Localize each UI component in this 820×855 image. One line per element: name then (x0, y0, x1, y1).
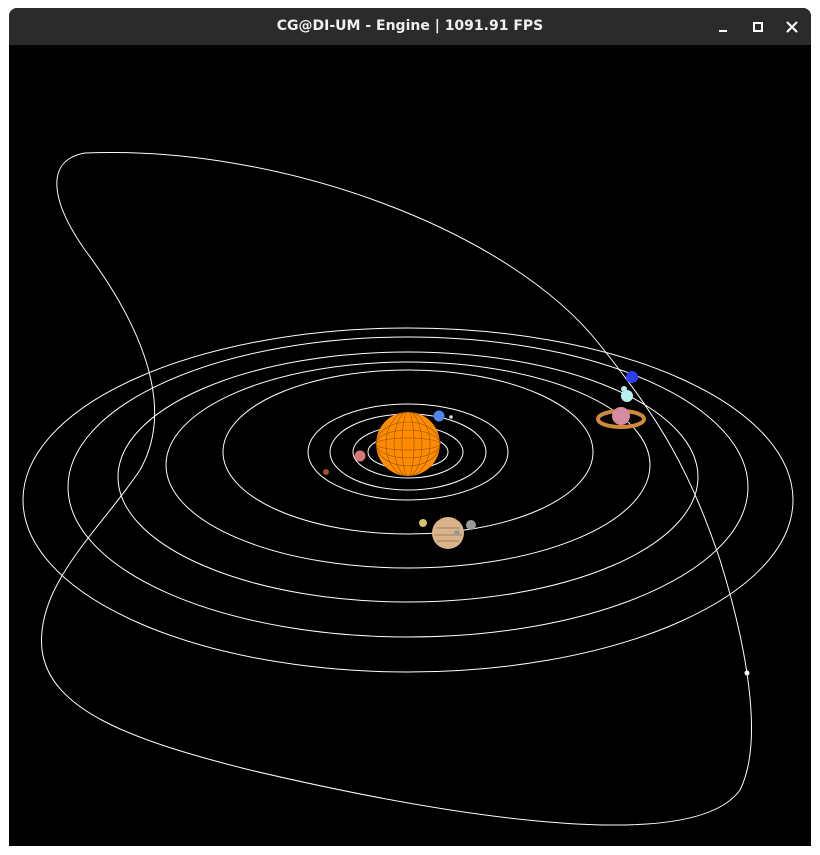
neptune (626, 371, 638, 383)
app-window: CG@DI-UM - Engine | 1091.91 FPS (9, 8, 811, 846)
maximize-icon (753, 22, 763, 32)
moon (449, 415, 453, 419)
window-title: CG@DI-UM - Engine | 1091.91 FPS (276, 18, 544, 34)
render-viewport[interactable] (9, 45, 811, 846)
comet (744, 670, 750, 676)
sun (375, 411, 441, 477)
maximize-button[interactable] (747, 16, 769, 38)
solar-system-scene (9, 45, 811, 846)
close-button[interactable] (781, 16, 803, 38)
venus (354, 450, 366, 462)
close-icon (786, 21, 798, 33)
title-bar[interactable]: CG@DI-UM - Engine | 1091.91 FPS (9, 8, 811, 45)
mercury (323, 469, 329, 475)
minimize-button[interactable] (712, 16, 734, 38)
minimize-icon (719, 30, 727, 32)
earth (433, 410, 445, 422)
